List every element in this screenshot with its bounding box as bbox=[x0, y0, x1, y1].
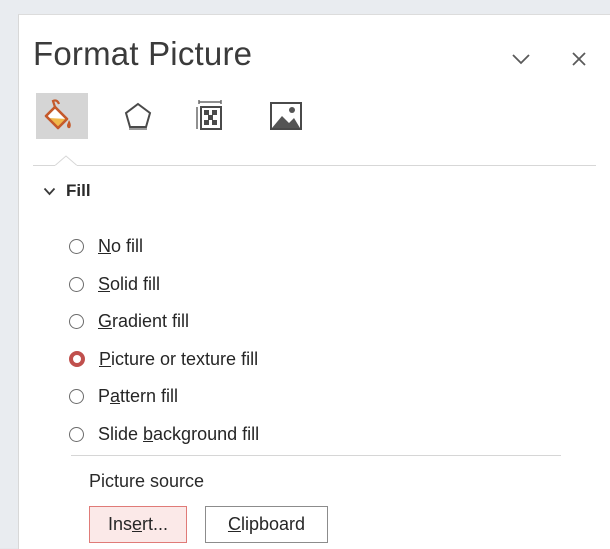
radio-button-selected[interactable] bbox=[69, 351, 85, 368]
picture-source-label: Picture source bbox=[89, 471, 205, 491]
close-icon bbox=[572, 52, 586, 66]
radio-button[interactable] bbox=[69, 239, 84, 255]
fill-section-header[interactable]: Fill bbox=[43, 181, 91, 201]
radio-solid-fill[interactable]: Solid fill bbox=[69, 266, 259, 304]
radio-label: Picture or texture fill bbox=[99, 348, 259, 369]
size-properties-icon bbox=[196, 100, 222, 130]
radio-label: Gradient fill bbox=[98, 311, 190, 332]
radio-button[interactable] bbox=[69, 426, 84, 442]
close-pane-button[interactable] bbox=[565, 45, 593, 73]
radio-label: Pattern fill bbox=[98, 386, 179, 407]
radio-slide-background-fill[interactable]: Slide background fill bbox=[69, 416, 259, 454]
radio-pattern-fill[interactable]: Pattern fill bbox=[69, 378, 259, 416]
radio-no-fill[interactable]: No fill bbox=[69, 228, 259, 266]
pane-title: Format Picture bbox=[33, 35, 253, 72]
tab-effects[interactable] bbox=[112, 93, 164, 139]
tab-fill-line[interactable] bbox=[36, 93, 88, 139]
active-tab-pointer bbox=[55, 155, 77, 167]
picture-icon bbox=[270, 102, 302, 130]
radio-button[interactable] bbox=[69, 276, 84, 292]
clipboard-button[interactable]: Clipboard bbox=[205, 506, 328, 543]
radio-label: Solid fill bbox=[98, 273, 161, 294]
tab-size-properties[interactable] bbox=[184, 93, 236, 139]
radio-gradient-fill[interactable]: Gradient fill bbox=[69, 303, 259, 341]
radio-button[interactable] bbox=[69, 314, 84, 330]
radio-label: Slide background fill bbox=[98, 423, 260, 444]
task-pane-options-button[interactable] bbox=[507, 45, 535, 73]
radio-label: No fill bbox=[98, 236, 144, 257]
fill-section-label: Fill bbox=[66, 181, 91, 200]
pentagon-icon bbox=[124, 102, 152, 130]
radio-picture-texture-fill[interactable]: Picture or texture fill bbox=[69, 341, 259, 379]
chevron-down-icon bbox=[512, 54, 530, 65]
insert-button[interactable]: Ins e rt... bbox=[89, 506, 187, 543]
format-picture-pane: Format Picture Fill No fill Solid fill G… bbox=[18, 14, 610, 549]
radio-button[interactable] bbox=[69, 389, 84, 405]
paint-bucket-icon bbox=[44, 99, 71, 130]
chevron-down-icon bbox=[43, 187, 56, 195]
fill-options: No fill Solid fill Gradient fill Picture… bbox=[69, 228, 259, 453]
picture-source-divider bbox=[71, 455, 561, 456]
tab-picture[interactable] bbox=[260, 93, 312, 139]
tab-divider bbox=[33, 165, 596, 166]
